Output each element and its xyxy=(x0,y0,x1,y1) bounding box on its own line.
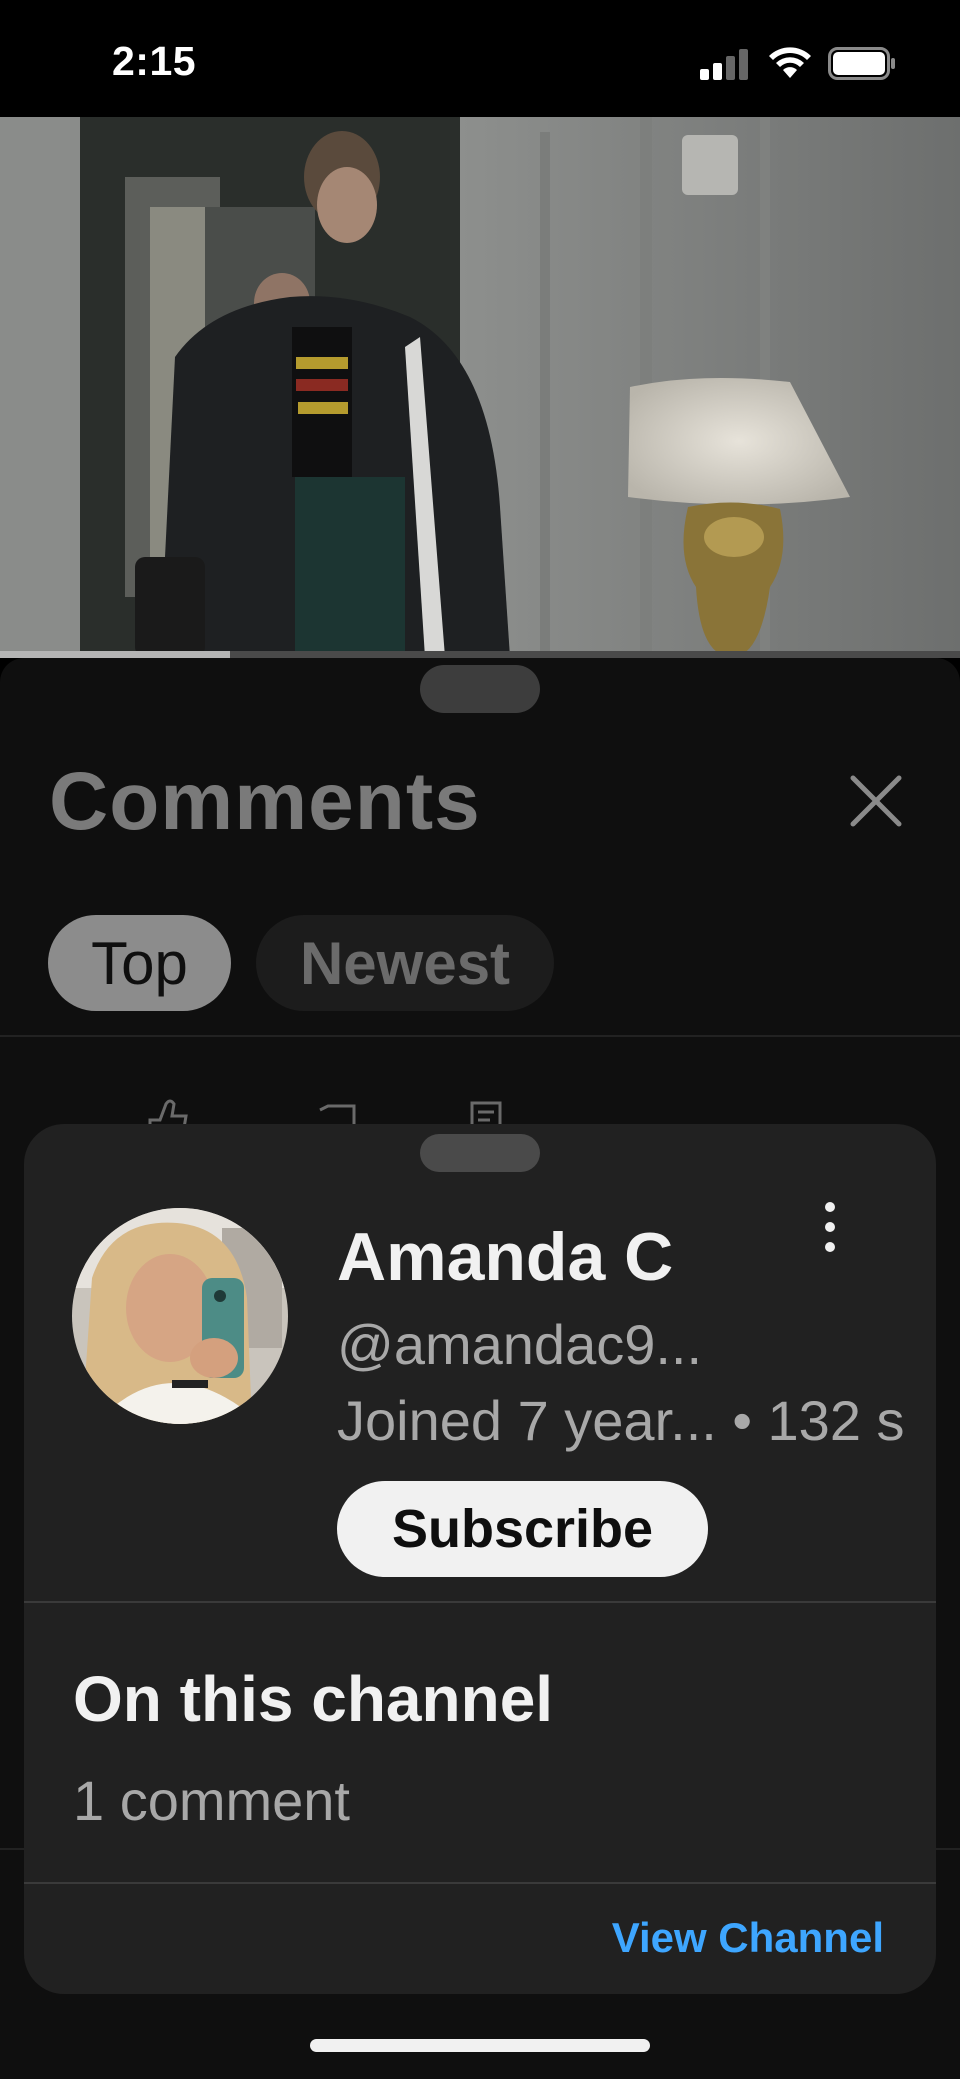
more-vertical-icon[interactable] xyxy=(816,1200,844,1256)
video-frame-image xyxy=(0,117,960,657)
wifi-icon xyxy=(769,47,811,78)
comments-divider xyxy=(0,1035,960,1037)
channel-name: Amanda C xyxy=(337,1219,674,1295)
channel-meta: Joined 7 year... • 132 s xyxy=(337,1389,905,1452)
channel-card: Amanda C @amandac9... Joined 7 year... •… xyxy=(24,1124,936,1994)
home-indicator[interactable] xyxy=(310,2039,650,2052)
card-divider xyxy=(24,1601,936,1603)
filter-chip-newest[interactable]: Newest xyxy=(256,915,554,1011)
card-divider xyxy=(24,1882,936,1884)
video-player[interactable] xyxy=(0,117,960,657)
filter-chip-top[interactable]: Top xyxy=(48,915,231,1011)
channel-handle: @amandac9... xyxy=(337,1313,703,1376)
avatar[interactable] xyxy=(72,1208,288,1424)
comments-title: Comments xyxy=(49,756,481,847)
comment-count: 1 comment xyxy=(73,1769,350,1832)
view-channel-button[interactable]: View Channel xyxy=(612,1914,884,1962)
video-progress-bar[interactable] xyxy=(0,651,960,658)
battery-icon xyxy=(828,47,895,80)
comments-drag-handle[interactable] xyxy=(420,665,540,713)
subscribe-button[interactable]: Subscribe xyxy=(337,1481,708,1577)
status-bar: 2:15 xyxy=(0,0,960,117)
cellular-signal-icon xyxy=(700,48,752,80)
on-this-channel-title: On this channel xyxy=(73,1663,554,1735)
close-icon[interactable] xyxy=(845,770,907,832)
status-time: 2:15 xyxy=(112,38,197,84)
channel-card-drag-handle[interactable] xyxy=(420,1134,540,1172)
video-progress-fill xyxy=(0,651,231,658)
